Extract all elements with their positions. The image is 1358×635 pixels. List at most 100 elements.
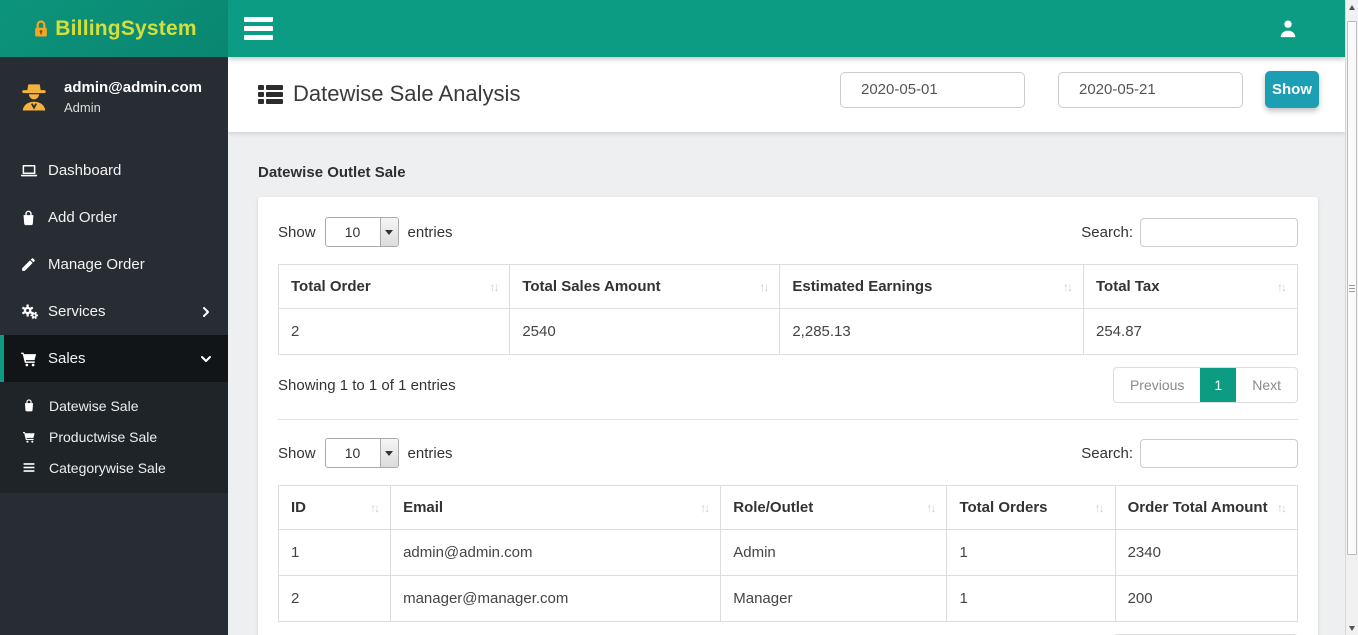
column-header-order-total-amount[interactable]: Order Total Amount ↑↓ — [1114, 485, 1299, 530]
show-button[interactable]: Show — [1265, 71, 1319, 108]
page-size-select[interactable]: 10 — [324, 438, 399, 468]
user-search-input[interactable] — [1140, 438, 1298, 468]
submenu-item-datewise-sale[interactable]: Datewise Sale — [0, 390, 228, 421]
outlet-search-input[interactable] — [1140, 217, 1298, 247]
previous-page-button[interactable]: Previous — [1114, 368, 1200, 402]
list-icon — [22, 461, 40, 474]
cell-order-total-amount: 2340 — [1114, 529, 1299, 576]
page-header: Datewise Sale Analysis Show — [228, 57, 1345, 132]
column-header-total-order[interactable]: Total Order ↑↓ — [277, 264, 511, 309]
app-window: BillingSystem admin@admin.com Admin Dash… — [0, 0, 1358, 635]
sort-icon: ↑↓ — [370, 501, 380, 515]
cell-total-sales-amount: 2540 — [509, 308, 781, 355]
brand-name: BillingSystem — [55, 16, 197, 40]
entries-label: entries — [407, 223, 453, 241]
navbar-user-icon[interactable] — [1275, 0, 1301, 57]
sidebar-user-role: Admin — [64, 100, 101, 115]
next-page-button[interactable]: Next — [1236, 368, 1297, 402]
submenu-item-categorywise-sale[interactable]: Categorywise Sale — [0, 452, 228, 483]
brand-logo[interactable]: BillingSystem — [0, 0, 228, 57]
sidebar-item-services[interactable]: Services — [0, 288, 228, 335]
page-title-text: Datewise Sale Analysis — [293, 81, 521, 106]
table-row: 2 2540 2,285.13 254.87 — [277, 308, 1298, 355]
cell-total-orders: 1 — [946, 575, 1116, 622]
user-secret-icon — [16, 79, 52, 115]
cell-email: admin@admin.com — [390, 529, 722, 576]
cell-email: manager@manager.com — [390, 575, 722, 622]
sort-icon: ↑↓ — [926, 501, 936, 515]
sidebar-menu: Dashboard Add Order Manage Order Service… — [0, 147, 228, 493]
sidebar-item-label: Sales — [48, 350, 86, 367]
sidebar-user-email: admin@admin.com — [64, 79, 202, 96]
user-table-controls: Show 10 entries Search: — [278, 438, 1298, 468]
show-entries-label: Show — [278, 444, 316, 462]
user-sale-table: ID ↑↓ Email ↑↓ Role/Outlet ↑↓ Total Orders ↑… — [277, 485, 1299, 622]
table-header-row: Total Order ↑↓ Total Sales Amount ↑↓ Estim… — [277, 264, 1298, 309]
select-caret-icon — [379, 218, 398, 246]
cell-id: 1 — [277, 529, 392, 576]
submenu-item-label: Productwise Sale — [49, 428, 158, 445]
sidebar-user-panel: admin@admin.com Admin — [0, 57, 228, 133]
outlet-table-controls: Show 10 entries Search: — [278, 217, 1298, 247]
cart-icon — [22, 430, 40, 444]
scroll-up-arrow-icon[interactable] — [1346, 0, 1358, 14]
column-header-id[interactable]: ID ↑↓ — [277, 485, 392, 530]
sidebar-item-add-order[interactable]: Add Order — [0, 194, 228, 241]
sidebar: BillingSystem admin@admin.com Admin Dash… — [0, 0, 228, 635]
outlet-sale-table: Total Order ↑↓ Total Sales Amount ↑↓ Estim… — [277, 264, 1298, 355]
table-row: 1 admin@admin.com Admin 1 2340 — [277, 529, 1299, 576]
sort-icon: ↑↓ — [700, 501, 710, 515]
entries-label: entries — [407, 444, 453, 462]
chevron-right-icon — [200, 306, 212, 318]
sidebar-item-dashboard[interactable]: Dashboard — [0, 147, 228, 194]
sort-icon: ↑↓ — [1063, 280, 1073, 294]
date-filter-controls: Show — [840, 71, 1319, 108]
date-to-input[interactable] — [1058, 71, 1243, 108]
main-content: Datewise Outlet Sale Show 10 entries Sea… — [228, 132, 1345, 635]
cell-role: Admin — [720, 529, 948, 576]
date-from-input[interactable] — [840, 71, 1025, 108]
sort-icon: ↑↓ — [759, 280, 769, 294]
cart-icon — [20, 350, 48, 368]
lock-icon — [31, 18, 51, 40]
pencil-icon — [20, 256, 48, 273]
outlet-table-footer: Showing 1 to 1 of 1 entries Previous 1 N… — [278, 367, 1298, 403]
column-header-total-sales-amount[interactable]: Total Sales Amount ↑↓ — [509, 264, 781, 309]
column-header-role-outlet[interactable]: Role/Outlet ↑↓ — [720, 485, 948, 530]
column-header-total-orders[interactable]: Total Orders ↑↓ — [946, 485, 1116, 530]
page-size-select[interactable]: 10 — [324, 217, 399, 247]
table-header-row: ID ↑↓ Email ↑↓ Role/Outlet ↑↓ Total Orders ↑… — [277, 485, 1299, 530]
submenu-item-productwise-sale[interactable]: Productwise Sale — [0, 421, 228, 452]
sort-icon: ↑↓ — [1277, 280, 1287, 294]
sales-submenu: Datewise Sale Productwise Sale Categoryw… — [0, 382, 228, 493]
column-header-email[interactable]: Email ↑↓ — [390, 485, 722, 530]
outlet-pagination: Previous 1 Next — [1112, 367, 1298, 403]
show-entries-label: Show — [278, 223, 316, 241]
section-title: Datewise Outlet Sale — [258, 164, 406, 181]
sidebar-item-manage-order[interactable]: Manage Order — [0, 241, 228, 288]
hamburger-icon[interactable] — [238, 7, 279, 50]
sidebar-item-label: Manage Order — [48, 256, 145, 273]
sidebar-item-label: Add Order — [48, 209, 118, 226]
sidebar-item-sales[interactable]: Sales — [0, 335, 228, 382]
cell-order-total-amount: 200 — [1114, 575, 1299, 622]
scroll-down-arrow-icon[interactable] — [1346, 621, 1358, 635]
vertical-scrollbar[interactable] — [1345, 0, 1358, 635]
column-header-total-tax[interactable]: Total Tax ↑↓ — [1083, 264, 1298, 309]
cell-total-orders: 1 — [946, 529, 1116, 576]
submenu-item-label: Categorywise Sale — [49, 459, 166, 476]
scrollbar-thumb[interactable] — [1347, 21, 1357, 555]
search-label: Search: — [1081, 444, 1133, 462]
shopping-bag-icon — [22, 398, 40, 413]
sort-icon: ↑↓ — [1277, 501, 1287, 515]
shopping-bag-icon — [20, 209, 48, 227]
cell-total-order: 2 — [277, 308, 511, 355]
datewise-outlet-sale-panel: Show 10 entries Search: Total Order ↑↓ T… — [258, 197, 1318, 635]
cell-role: Manager — [720, 575, 948, 622]
current-page-button[interactable]: 1 — [1200, 368, 1237, 402]
select-caret-icon — [379, 439, 398, 467]
search-label: Search: — [1081, 223, 1133, 241]
chevron-down-icon — [200, 353, 212, 365]
column-header-estimated-earnings[interactable]: Estimated Earnings ↑↓ — [779, 264, 1084, 309]
sort-icon: ↑↓ — [489, 280, 499, 294]
